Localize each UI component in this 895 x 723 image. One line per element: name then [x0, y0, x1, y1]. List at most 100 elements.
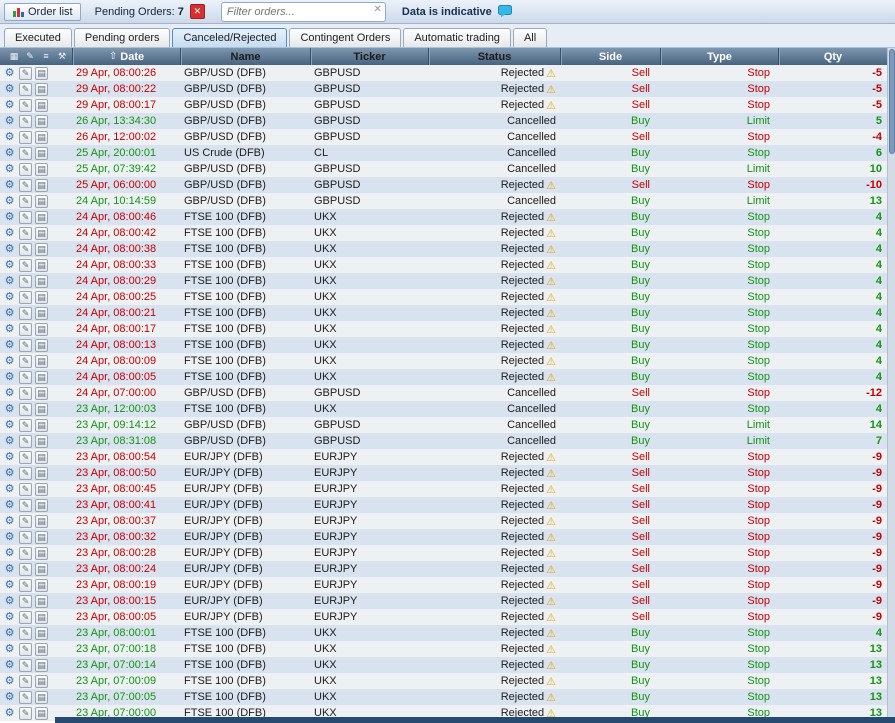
settings-icon[interactable]: ⚙ — [3, 403, 16, 416]
settings-icon[interactable]: ⚙ — [3, 659, 16, 672]
details-icon[interactable]: ▤ — [35, 162, 48, 176]
order-list-button[interactable]: Order list — [4, 2, 81, 21]
settings-icon[interactable]: ⚙ — [3, 115, 16, 128]
settings-icon[interactable]: ⚙ — [3, 243, 16, 256]
details-icon[interactable]: ▤ — [35, 210, 48, 224]
close-pending-icon[interactable]: ✕ — [189, 4, 205, 19]
edit-icon[interactable]: ✎ — [19, 610, 32, 624]
table-row[interactable]: ⚙ ✎ ▤ 24 Apr, 08:00:46 FTSE 100 (DFB) UKX Reje… — [0, 209, 887, 225]
details-icon[interactable]: ▤ — [35, 146, 48, 160]
details-icon[interactable]: ▤ — [35, 98, 48, 112]
edit-icon[interactable]: ✎ — [19, 642, 32, 656]
column-header-name[interactable]: Name — [180, 48, 310, 65]
edit-icon[interactable]: ✎ — [19, 274, 32, 288]
settings-icon[interactable]: ⚙ — [3, 515, 16, 528]
details-icon[interactable]: ▤ — [35, 530, 48, 544]
vertical-scrollbar-thumb[interactable] — [889, 49, 895, 154]
settings-icon[interactable]: ⚙ — [3, 643, 16, 656]
edit-icon[interactable]: ✎ — [19, 66, 32, 80]
details-icon[interactable]: ▤ — [35, 242, 48, 256]
details-icon[interactable]: ▤ — [35, 338, 48, 352]
settings-icon[interactable]: ⚙ — [3, 371, 16, 384]
table-row[interactable]: ⚙ ✎ ▤ 23 Apr, 07:00:14 FTSE 100 (DFB) UKX Reje… — [0, 657, 887, 673]
settings-icon[interactable]: ⚙ — [3, 195, 16, 208]
settings-icon[interactable]: ⚙ — [3, 83, 16, 96]
column-header-qty[interactable]: Qty — [778, 48, 887, 65]
settings-icon[interactable]: ⚙ — [3, 707, 16, 720]
settings-icon[interactable]: ⚙ — [3, 179, 16, 192]
edit-icon[interactable]: ✎ — [19, 690, 32, 704]
edit-icon[interactable]: ✎ — [19, 258, 32, 272]
details-icon[interactable]: ▤ — [35, 674, 48, 688]
edit-icon[interactable]: ✎ — [19, 354, 32, 368]
settings-icon[interactable]: ⚙ — [3, 563, 16, 576]
settings-icon[interactable]: ⚙ — [3, 595, 16, 608]
edit-icon[interactable]: ✎ — [19, 498, 32, 512]
edit-icon[interactable]: ✎ — [19, 626, 32, 640]
settings-icon[interactable]: ⚙ — [3, 451, 16, 464]
settings-icon[interactable]: ⚙ — [3, 435, 16, 448]
edit-icon[interactable]: ✎ — [19, 338, 32, 352]
details-icon[interactable]: ▤ — [35, 290, 48, 304]
edit-icon[interactable]: ✎ — [19, 418, 32, 432]
details-icon[interactable]: ▤ — [35, 482, 48, 496]
edit-icon[interactable]: ✎ — [19, 482, 32, 496]
table-row[interactable]: ⚙ ✎ ▤ 23 Apr, 08:00:45 EUR/JPY (DFB) EURJPY Re… — [0, 481, 887, 497]
edit-icon[interactable]: ✎ — [19, 434, 32, 448]
edit-icon[interactable]: ✎ — [19, 594, 32, 608]
details-icon[interactable]: ▤ — [35, 66, 48, 80]
tab-canceled-rejected[interactable]: Canceled/Rejected — [172, 28, 288, 47]
table-row[interactable]: ⚙ ✎ ▤ 23 Apr, 08:00:28 EUR/JPY (DFB) EURJPY Re… — [0, 545, 887, 561]
table-row[interactable]: ⚙ ✎ ▤ 29 Apr, 08:00:26 GBP/USD (DFB) GBPUSD Re… — [0, 65, 887, 81]
column-header-type[interactable]: Type — [660, 48, 778, 65]
column-header-side[interactable]: Side — [560, 48, 660, 65]
wrench-icon[interactable]: ⚒ — [56, 50, 69, 63]
table-row[interactable]: ⚙ ✎ ▤ 25 Apr, 20:00:01 US Crude (DFB) CL Cance… — [0, 145, 887, 161]
table-row[interactable]: ⚙ ✎ ▤ 23 Apr, 08:00:01 FTSE 100 (DFB) UKX Reje… — [0, 625, 887, 641]
details-icon[interactable]: ▤ — [35, 690, 48, 704]
column-header-status[interactable]: Status — [428, 48, 560, 65]
edit-icon[interactable]: ✎ — [19, 226, 32, 240]
details-icon[interactable]: ▤ — [35, 418, 48, 432]
edit-icon[interactable]: ✎ — [19, 674, 32, 688]
details-icon[interactable]: ▤ — [35, 642, 48, 656]
details-icon[interactable]: ▤ — [35, 594, 48, 608]
settings-icon[interactable]: ⚙ — [3, 211, 16, 224]
edit-icon[interactable]: ✎ — [19, 178, 32, 192]
table-row[interactable]: ⚙ ✎ ▤ 23 Apr, 07:00:09 FTSE 100 (DFB) UKX Reje… — [0, 673, 887, 689]
table-row[interactable]: ⚙ ✎ ▤ 23 Apr, 07:00:05 FTSE 100 (DFB) UKX Reje… — [0, 689, 887, 705]
table-row[interactable]: ⚙ ✎ ▤ 26 Apr, 12:00:02 GBP/USD (DFB) GBPUSD Ca… — [0, 129, 887, 145]
details-icon[interactable]: ▤ — [35, 194, 48, 208]
table-row[interactable]: ⚙ ✎ ▤ 24 Apr, 08:00:09 FTSE 100 (DFB) UKX Reje… — [0, 353, 887, 369]
settings-icon[interactable]: ⚙ — [3, 387, 16, 400]
table-row[interactable]: ⚙ ✎ ▤ 24 Apr, 08:00:33 FTSE 100 (DFB) UKX Reje… — [0, 257, 887, 273]
details-icon[interactable]: ▤ — [35, 370, 48, 384]
edit-icon[interactable]: ✎ — [19, 306, 32, 320]
table-row[interactable]: ⚙ ✎ ▤ 24 Apr, 08:00:13 FTSE 100 (DFB) UKX Reje… — [0, 337, 887, 353]
details-icon[interactable]: ▤ — [35, 514, 48, 528]
edit-icon[interactable]: ✎ — [19, 530, 32, 544]
table-row[interactable]: ⚙ ✎ ▤ 23 Apr, 09:14:12 GBP/USD (DFB) GBPUSD Ca… — [0, 417, 887, 433]
edit-icon[interactable]: ✎ — [19, 98, 32, 112]
table-row[interactable]: ⚙ ✎ ▤ 29 Apr, 08:00:17 GBP/USD (DFB) GBPUSD Re… — [0, 97, 887, 113]
column-header-ticker[interactable]: Ticker — [310, 48, 428, 65]
details-icon[interactable]: ▤ — [35, 658, 48, 672]
clear-filter-icon[interactable]: ✕ — [374, 4, 382, 15]
table-row[interactable]: ⚙ ✎ ▤ 24 Apr, 08:00:38 FTSE 100 (DFB) UKX Reje… — [0, 241, 887, 257]
settings-icon[interactable]: ⚙ — [3, 579, 16, 592]
vertical-scrollbar[interactable] — [887, 48, 895, 723]
settings-icon[interactable]: ⚙ — [3, 307, 16, 320]
table-row[interactable]: ⚙ ✎ ▤ 25 Apr, 06:00:00 GBP/USD (DFB) GBPUSD Re… — [0, 177, 887, 193]
table-row[interactable]: ⚙ ✎ ▤ 25 Apr, 07:39:42 GBP/USD (DFB) GBPUSD Ca… — [0, 161, 887, 177]
details-icon[interactable]: ▤ — [35, 82, 48, 96]
horizontal-scrollbar-thumb[interactable] — [55, 717, 895, 723]
settings-icon[interactable]: ⚙ — [3, 67, 16, 80]
tab-contingent-orders[interactable]: Contingent Orders — [289, 28, 402, 47]
settings-icon[interactable]: ⚙ — [3, 323, 16, 336]
edit-icon[interactable]: ✎ — [19, 114, 32, 128]
table-row[interactable]: ⚙ ✎ ▤ 24 Apr, 10:14:59 GBP/USD (DFB) GBPUSD Ca… — [0, 193, 887, 209]
filter-input[interactable] — [220, 1, 386, 22]
settings-icon[interactable]: ⚙ — [3, 275, 16, 288]
settings-icon[interactable]: ⚙ — [3, 339, 16, 352]
edit-icon[interactable]: ✎ — [19, 562, 32, 576]
